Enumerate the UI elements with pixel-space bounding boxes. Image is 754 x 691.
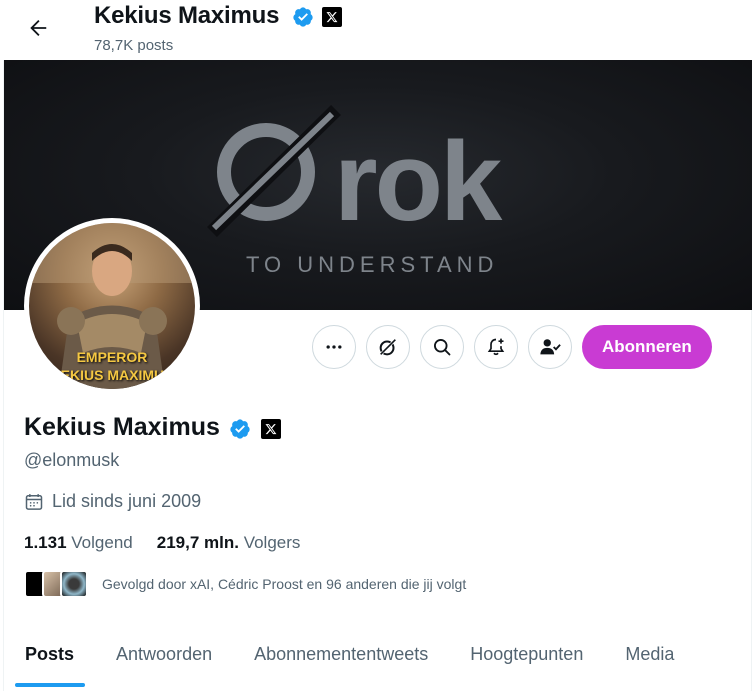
profile-actions: Abonneren [312, 325, 712, 369]
following-label: Volgend [71, 533, 133, 552]
header-post-count: 78,7K posts [94, 37, 174, 54]
notifications-button[interactable] [474, 325, 518, 369]
following-link[interactable]: 1.131 Volgend [24, 533, 133, 553]
banner-tagline: TO UNDERSTAND [246, 252, 499, 277]
user-check-icon [540, 339, 561, 355]
avatar-caption-line1: EMPEROR [76, 349, 148, 365]
x-affiliate-icon[interactable] [322, 7, 342, 27]
profile-badges [229, 418, 281, 440]
tab-highlights[interactable]: Hoogtepunten [449, 630, 604, 691]
grok-icon [378, 337, 398, 357]
more-dots-icon [326, 345, 342, 349]
followed-by-text: Gevolgd door xAI, Cédric Proost en 96 an… [102, 576, 467, 592]
banner-logo-text: rok [334, 119, 502, 244]
avatar-image: EMPEROR KEKIUS MAXIMUS [29, 223, 195, 389]
follower-avatars [24, 570, 88, 598]
grok-button[interactable] [366, 325, 410, 369]
tab-posts[interactable]: Posts [4, 630, 95, 691]
calendar-icon [25, 493, 43, 510]
arrow-left-icon [30, 20, 47, 36]
top-bar: Kekius Maximus 78,7K posts [0, 0, 754, 60]
more-button[interactable] [312, 325, 356, 369]
bell-plus-icon [487, 338, 505, 356]
profile-name: Kekius Maximus [24, 413, 220, 441]
back-button[interactable] [24, 14, 52, 42]
header-name: Kekius Maximus [94, 2, 280, 29]
verified-badge-icon[interactable] [292, 6, 314, 28]
followers-count: 219,7 mln. [156, 533, 239, 552]
verified-badge-icon[interactable] [229, 418, 251, 440]
following-status-button[interactable] [528, 325, 572, 369]
following-count: 1.131 [24, 533, 67, 552]
followers-you-know[interactable]: Gevolgd door xAI, Cédric Proost en 96 an… [24, 570, 466, 598]
join-date: Lid sinds juni 2009 [24, 491, 201, 512]
x-affiliate-icon[interactable] [261, 419, 281, 439]
tab-replies[interactable]: Antwoorden [95, 630, 233, 691]
grok-logo-icon [207, 105, 341, 237]
active-tab-indicator [15, 683, 85, 687]
tab-label: Hoogtepunten [470, 644, 584, 664]
avatar-caption-line2: KEKIUS MAXIMUS [50, 367, 174, 383]
profile-avatar[interactable]: EMPEROR KEKIUS MAXIMUS [24, 218, 200, 394]
profile-stats: 1.131 Volgend 219,7 mln. Volgers [24, 533, 300, 553]
join-date-text: Lid sinds juni 2009 [52, 491, 202, 511]
tab-media[interactable]: Media [604, 630, 695, 691]
follower-avatar [60, 570, 88, 598]
search-icon [434, 339, 451, 356]
tab-label: Abonnemententweets [254, 644, 429, 664]
profile-handle: @elonmusk [24, 450, 120, 470]
tab-label: Media [625, 644, 675, 664]
tab-label: Antwoorden [116, 644, 213, 664]
tab-label: Posts [25, 644, 75, 664]
followers-label: Volgers [243, 533, 301, 552]
header-badges [292, 6, 342, 28]
tab-subscriber-tweets[interactable]: Abonnemententweets [233, 630, 449, 691]
search-profile-button[interactable] [420, 325, 464, 369]
profile-tabs: Posts Antwoorden Abonnemententweets Hoog… [4, 630, 752, 691]
subscribe-button[interactable]: Abonneren [582, 325, 712, 369]
followers-link[interactable]: 219,7 mln. Volgers [157, 533, 301, 553]
